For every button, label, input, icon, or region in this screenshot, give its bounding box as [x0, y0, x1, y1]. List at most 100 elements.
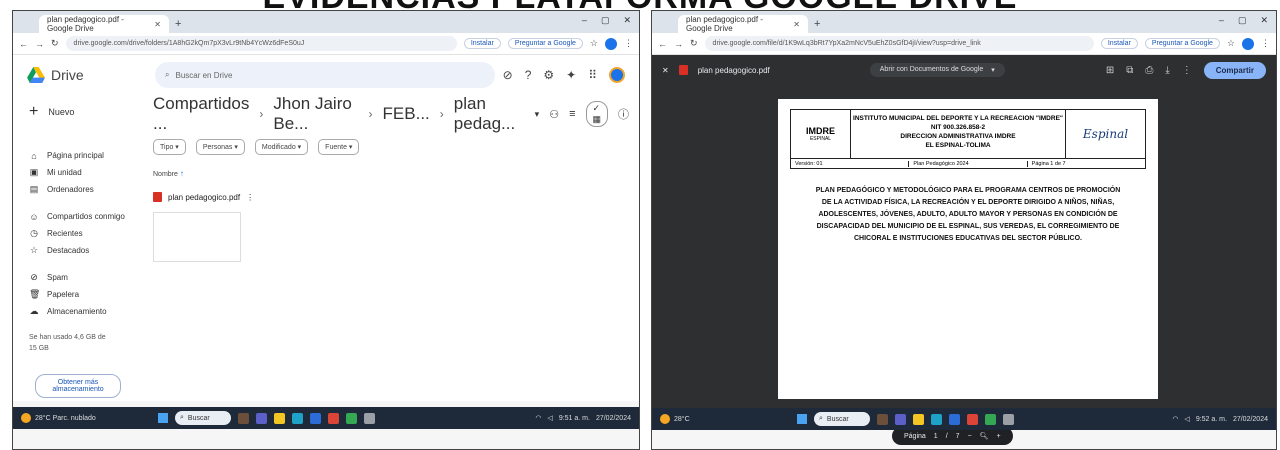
volume-icon[interactable]: ◁ [547, 414, 552, 422]
file-explorer-icon[interactable] [913, 413, 924, 425]
address-bar[interactable]: drive.google.com/file/d/1K9wLq3bRt7YpXa2… [704, 36, 1094, 51]
sidebar-item-recent[interactable]: ◷ Recientes [21, 225, 141, 242]
start-icon[interactable] [797, 414, 807, 424]
close-icon[interactable]: ✕ [793, 20, 800, 29]
back-icon[interactable]: ← [19, 39, 28, 49]
menu-icon[interactable]: ⋮ [624, 38, 633, 49]
list-view-icon[interactable]: ≡ [569, 108, 575, 120]
close-icon[interactable]: ✕ [154, 20, 161, 29]
page-current[interactable]: 1 [934, 433, 938, 440]
teams-icon[interactable] [895, 413, 906, 425]
profile-icon[interactable] [1242, 37, 1254, 50]
chrome-icon[interactable] [328, 412, 339, 424]
apps-icon[interactable]: ⠿ [588, 68, 597, 82]
gemini-icon[interactable]: ✦ [566, 68, 576, 82]
breadcrumb-item[interactable]: Jhon Jairo Be... [273, 94, 358, 134]
sidebar-item-shared[interactable]: ☺ Compartidos conmigo [21, 208, 141, 225]
wifi-icon[interactable]: ◠ [1172, 415, 1178, 423]
avatar[interactable] [609, 67, 625, 83]
profile-icon[interactable] [605, 37, 617, 50]
sidebar-item-spam[interactable]: ⊘ Spam [21, 269, 141, 286]
file-explorer-icon[interactable] [274, 412, 285, 424]
info-icon[interactable]: ⓘ [618, 106, 629, 122]
new-tab-icon[interactable]: + [175, 15, 181, 33]
app-icon[interactable] [1003, 413, 1014, 425]
close-window-icon[interactable]: ✕ [623, 15, 631, 26]
taskbar-search[interactable]: ⌕ Buscar [814, 412, 870, 426]
new-tab-icon[interactable]: + [814, 15, 820, 33]
settings-icon[interactable]: ⚙ [543, 68, 554, 82]
star-icon[interactable]: ☆ [1227, 38, 1235, 49]
close-window-icon[interactable]: ✕ [1260, 15, 1268, 26]
star-icon[interactable]: ☆ [590, 38, 598, 49]
minimize-icon[interactable]: – [582, 15, 587, 26]
file-thumbnail[interactable] [153, 212, 241, 262]
back-icon[interactable]: ← [658, 39, 667, 49]
teams-icon[interactable] [256, 412, 267, 424]
file-item[interactable]: plan pedagogico.pdf ⋮ [153, 192, 629, 202]
zoom-out-icon[interactable]: − [968, 433, 972, 440]
breadcrumb-item[interactable]: FEB... [383, 104, 430, 124]
store-icon[interactable] [949, 413, 960, 425]
app-icon[interactable] [985, 413, 996, 425]
more-icon[interactable]: ⋮ [1182, 65, 1192, 76]
chrome-icon[interactable] [967, 413, 978, 425]
edge-icon[interactable] [931, 413, 942, 425]
filter-modified[interactable]: Modificado ▾ [254, 139, 309, 155]
help-icon[interactable]: ? [525, 68, 532, 82]
browser-tab[interactable]: plan pedagogico.pdf - Google Drive ✕ [39, 15, 169, 33]
filter-people[interactable]: Personas ▾ [195, 139, 245, 155]
grid-view-toggle[interactable]: ✓ ▦ [585, 101, 608, 127]
ask-google-chip[interactable]: Preguntar a Google [507, 38, 583, 49]
clock-time[interactable]: 9:51 a. m. [559, 415, 590, 422]
drive-logo[interactable]: Drive [27, 67, 147, 83]
download-icon[interactable]: ⤓ [1165, 65, 1169, 76]
zoom-in-icon[interactable]: + [997, 433, 1001, 440]
weather-widget[interactable]: 28°C Parc. nublado [21, 413, 151, 423]
sort-header[interactable]: Nombre ↑ [153, 169, 629, 178]
wifi-icon[interactable]: ◠ [535, 414, 541, 422]
menu-icon[interactable]: ⋮ [1261, 38, 1270, 49]
chevron-down-icon[interactable]: ▾ [535, 109, 540, 120]
drive-search-input[interactable]: ⌕ Buscar en Drive [155, 62, 495, 88]
app-icon[interactable] [364, 412, 375, 424]
print-icon[interactable]: ⎙ [1145, 65, 1153, 76]
add-comment-icon[interactable]: ⊞ [1106, 65, 1114, 76]
sidebar-item-computers[interactable]: ▤ Ordenadores [21, 181, 141, 198]
install-chip[interactable]: Instalar [463, 38, 501, 49]
reload-icon[interactable]: ↻ [51, 38, 59, 49]
offline-icon[interactable]: ⊘ [503, 68, 513, 82]
clock-date[interactable]: 27/02/2024 [596, 415, 631, 422]
install-chip[interactable]: Instalar [1100, 38, 1138, 49]
share-button[interactable]: Compartir [1203, 61, 1266, 79]
get-more-storage-button[interactable]: Obtener más almacenamiento [35, 374, 121, 398]
clock-time[interactable]: 9:52 a. m. [1196, 416, 1227, 423]
forward-icon[interactable]: → [674, 39, 683, 49]
reload-icon[interactable]: ↻ [690, 38, 698, 49]
breadcrumb-item[interactable]: Compartidos ... [153, 94, 249, 134]
open-with-button[interactable]: Abrir con Documentos de Google ▾ [869, 63, 1005, 77]
browser-tab[interactable]: plan pedagogico.pdf - Google Drive ✕ [678, 15, 808, 33]
share-people-icon[interactable]: ⚇ [549, 108, 559, 121]
close-viewer-icon[interactable]: ✕ [662, 66, 669, 75]
taskbar-search[interactable]: ⌕ Buscar [175, 411, 231, 425]
filter-source[interactable]: Fuente ▾ [318, 139, 360, 155]
store-icon[interactable] [310, 412, 321, 424]
sidebar-item-home[interactable]: ⌂ Página principal [21, 147, 141, 164]
sidebar-item-starred[interactable]: ☆ Destacados [21, 242, 141, 259]
new-button[interactable]: + Nuevo [21, 99, 141, 125]
widgets-icon[interactable] [877, 413, 888, 425]
sidebar-item-trash[interactable]: 🗑 Papelera [21, 286, 141, 303]
address-bar[interactable]: drive.google.com/drive/folders/1A8hG2kQm… [65, 36, 457, 51]
sidebar-item-storage[interactable]: ☁ Almacenamiento [21, 303, 141, 320]
maximize-icon[interactable]: ▢ [1238, 15, 1247, 26]
edge-icon[interactable] [292, 412, 303, 424]
filter-type[interactable]: Tipo ▾ [153, 139, 186, 155]
weather-widget[interactable]: 28°C [660, 414, 790, 424]
forward-icon[interactable]: → [35, 39, 44, 49]
minimize-icon[interactable]: – [1219, 15, 1224, 26]
clock-date[interactable]: 27/02/2024 [1233, 416, 1268, 423]
widgets-icon[interactable] [238, 412, 249, 424]
maximize-icon[interactable]: ▢ [601, 15, 610, 26]
start-icon[interactable] [158, 413, 168, 423]
